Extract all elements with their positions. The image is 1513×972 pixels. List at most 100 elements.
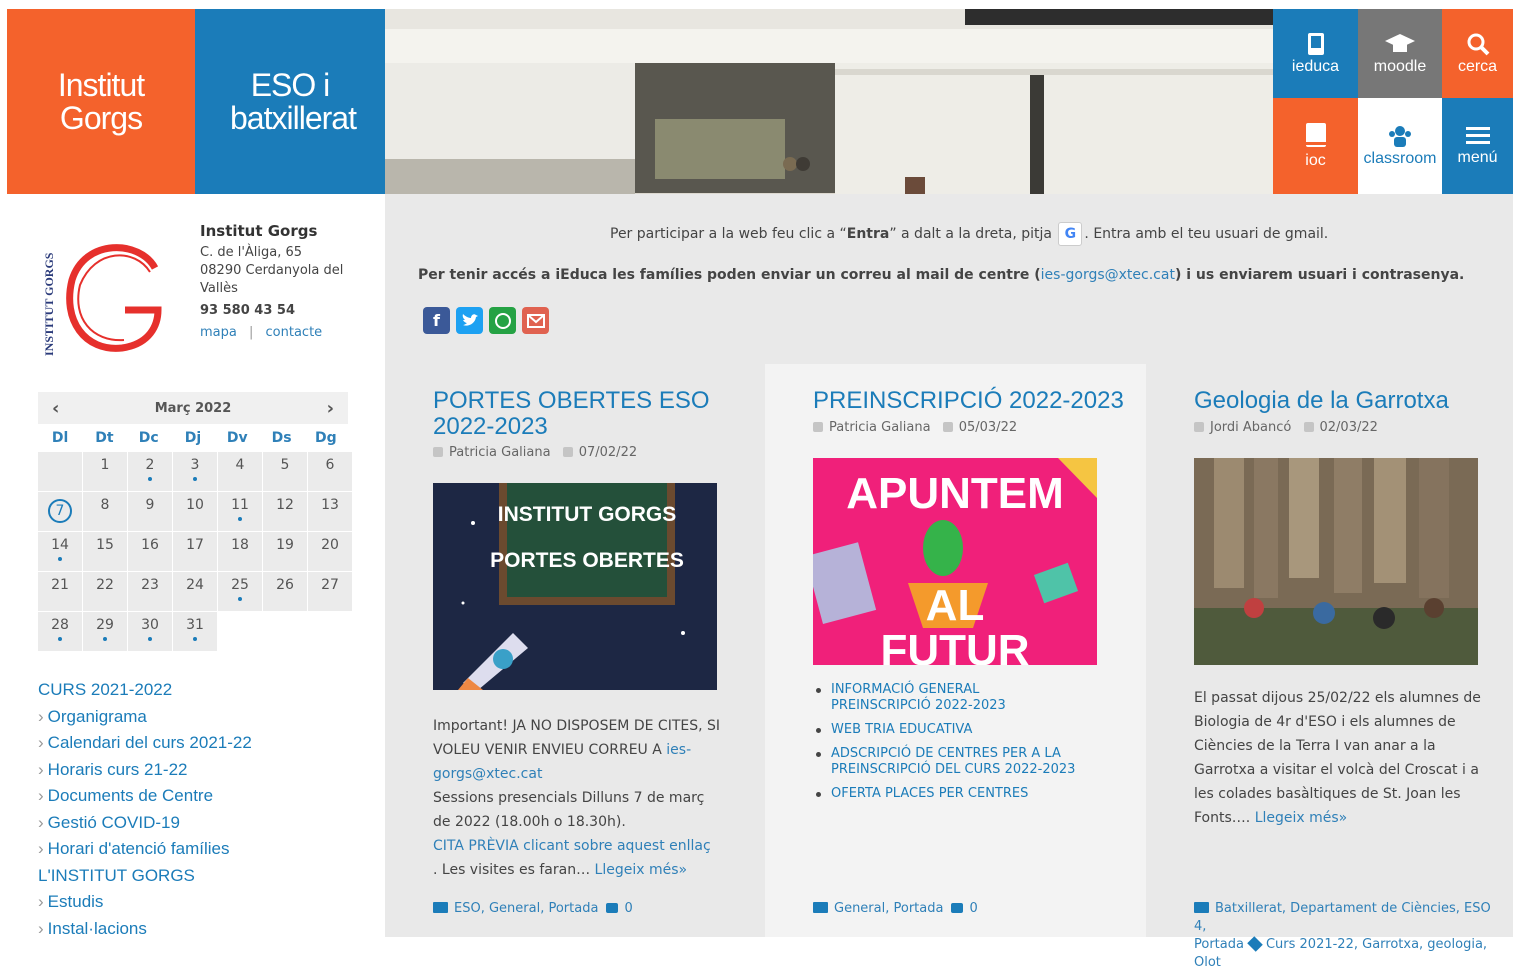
contact-link[interactable]: contacte [266,325,323,340]
calendar-day[interactable]: 10 [173,492,217,531]
calendar-day[interactable]: 14 [38,532,82,571]
cerca-button[interactable]: cerca [1442,9,1513,98]
dayname: Dv [226,430,248,446]
prev-month-button[interactable]: ‹ [52,398,59,419]
category-links[interactable]: Batxillerat, Departament de Ciències, ES… [1194,901,1491,934]
category-link[interactable]: Portada [1194,937,1244,952]
link-item[interactable]: ADSCRIPCIÓ DE CENTRES PER A LA PREINSCRIP… [813,746,1075,778]
menu-item-calendari[interactable]: Calendari del curs 2021-22 [38,730,252,757]
calendar-day[interactable]: 9 [128,492,172,531]
calendar-day[interactable]: 23 [128,572,172,611]
calendar-day[interactable]: 20 [308,532,352,571]
calendar-day[interactable]: 11 [218,492,262,531]
google-icon: G [1058,222,1083,246]
menu-item-documents[interactable]: Documents de Centre [38,783,252,810]
menu-item-horari-families[interactable]: Horari d'atenció famílies [38,836,252,863]
cita-previa-link[interactable]: CITA PRÈVIA clicant sobre aquest enllaç [433,838,711,854]
menu-item-covid[interactable]: Gestió COVID-19 [38,810,252,837]
calendar-day[interactable]: 25 [218,572,262,611]
calendar-day[interactable]: 6 [308,452,352,491]
map-link[interactable]: mapa [200,325,237,340]
calendar-day[interactable]: 30 [128,612,172,651]
post-image[interactable]: APUNTEM AL FUTUR [813,458,1097,665]
next-month-button[interactable]: › [327,398,334,419]
calendar-day[interactable]: 31 [173,612,217,651]
email-link[interactable]: ies-gorgs@xtec.cat [1041,267,1175,283]
category-link[interactable]: Portada [548,901,598,916]
calendar-day[interactable]: 1 [83,452,127,491]
category-link[interactable]: ESO [454,901,481,916]
notice-text: ” a dalt a la dreta, pitja [889,226,1052,242]
event-dot [193,637,197,641]
calendar-day[interactable]: 27 [308,572,352,611]
calendar-day[interactable]: 19 [263,532,307,571]
calendar-day[interactable]: 8 [83,492,127,531]
category-link[interactable]: Portada [894,901,944,916]
twitter-icon[interactable] [456,307,483,334]
calendar-day[interactable]: 26 [263,572,307,611]
calendar-day[interactable]: 18 [218,532,262,571]
calendar-day[interactable]: 29 [83,612,127,651]
menu-item-estudis[interactable]: Estudis [38,889,252,916]
post-date: 02/03/22 [1319,420,1378,435]
event-dot [148,477,152,481]
menu-heading-institut[interactable]: L'INSTITUT GORGS [38,863,252,890]
menu-heading-curs[interactable]: CURS 2021-2022 [38,677,252,704]
moodle-button[interactable]: moodle [1358,9,1442,98]
facebook-icon[interactable]: f [423,307,450,334]
calendar-day[interactable]: 16 [128,532,172,571]
post-title[interactable]: Geologia de la Garrotxa [1194,388,1449,414]
post-image[interactable] [1194,458,1478,665]
calendar-day[interactable]: 13 [308,492,352,531]
link-text: INFORMACIÓ GENERAL [831,682,980,697]
excerpt-line: . Les visites es faran… [433,862,595,878]
link-item[interactable]: INFORMACIÓ GENERAL PREINSCRIPCIÓ 2022-202… [813,682,1075,714]
email-share-icon[interactable] [522,307,549,334]
post-title[interactable]: PORTES OBERTES ESO 2022-2023 [433,388,710,440]
calendar-day[interactable]: 3 [173,452,217,491]
email-link[interactable]: gorgs@xtec.cat [433,766,542,782]
menu-item-installacions[interactable]: Instal·lacions [38,916,252,943]
read-more-link[interactable]: Llegeix més» [595,862,688,878]
calendar-day[interactable]: 2 [128,452,172,491]
calendar-day[interactable]: 17 [173,532,217,571]
category-link[interactable]: General [834,901,885,916]
email-link[interactable]: ies- [666,742,691,758]
post-footer: General, Portada 0 [813,900,978,918]
ioc-button[interactable]: ioc [1273,98,1358,194]
calendar-day[interactable]: 4 [218,452,262,491]
brand-institut-gorgs[interactable]: Institut Gorgs [7,9,195,194]
link-item[interactable]: OFERTA PLACES PER CENTRES [813,786,1075,802]
link-text: ADSCRIPCIÓ DE CENTRES PER A LA [831,746,1061,761]
calendar-day[interactable]: 12 [263,492,307,531]
classroom-button[interactable]: classroom [1358,98,1442,194]
post-title[interactable]: PREINSCRIPCIÓ 2022-2023 [813,388,1124,414]
menu-item-organigrama[interactable]: Organigrama [38,704,252,731]
header: Institut Gorgs ESO i batxillerat ieduca [7,9,1513,194]
category-link[interactable]: General [489,901,540,916]
event-dot [193,477,197,481]
calendar-day[interactable]: 21 [38,572,82,611]
calendar-day[interactable]: 15 [83,532,127,571]
post-image[interactable]: INSTITUT GORGS PORTES OBERTES [433,483,717,690]
calendar-day[interactable]: 22 [83,572,127,611]
calendar-day[interactable]: 5 [263,452,307,491]
menu-label: menú [1457,149,1498,166]
comment-count[interactable]: 0 [969,901,977,916]
brand-eso-batxillerat[interactable]: ESO i batxillerat [195,9,385,194]
whatsapp-icon[interactable] [489,307,516,334]
read-more-link[interactable]: Llegeix més» [1255,810,1348,826]
event-dot [238,517,242,521]
logo-text: INSTITUT GORGS [42,252,56,356]
ieduca-button[interactable]: ieduca [1273,9,1358,98]
brand-text-2: ESO i batxillerat [230,66,357,136]
excerpt-line: Fonts…. [1194,810,1255,826]
calendar-day[interactable]: 24 [173,572,217,611]
calendar-day-today[interactable]: 7 [38,492,82,531]
calendar-day[interactable]: 28 [38,612,82,651]
menu-item-horaris[interactable]: Horaris curs 21-22 [38,757,252,784]
menu-button[interactable]: menú [1442,98,1513,194]
post-meta: Jordi Abancó 02/03/22 [1194,420,1378,435]
comment-count[interactable]: 0 [624,901,632,916]
link-item[interactable]: WEB TRIA EDUCATIVA [813,722,1075,738]
